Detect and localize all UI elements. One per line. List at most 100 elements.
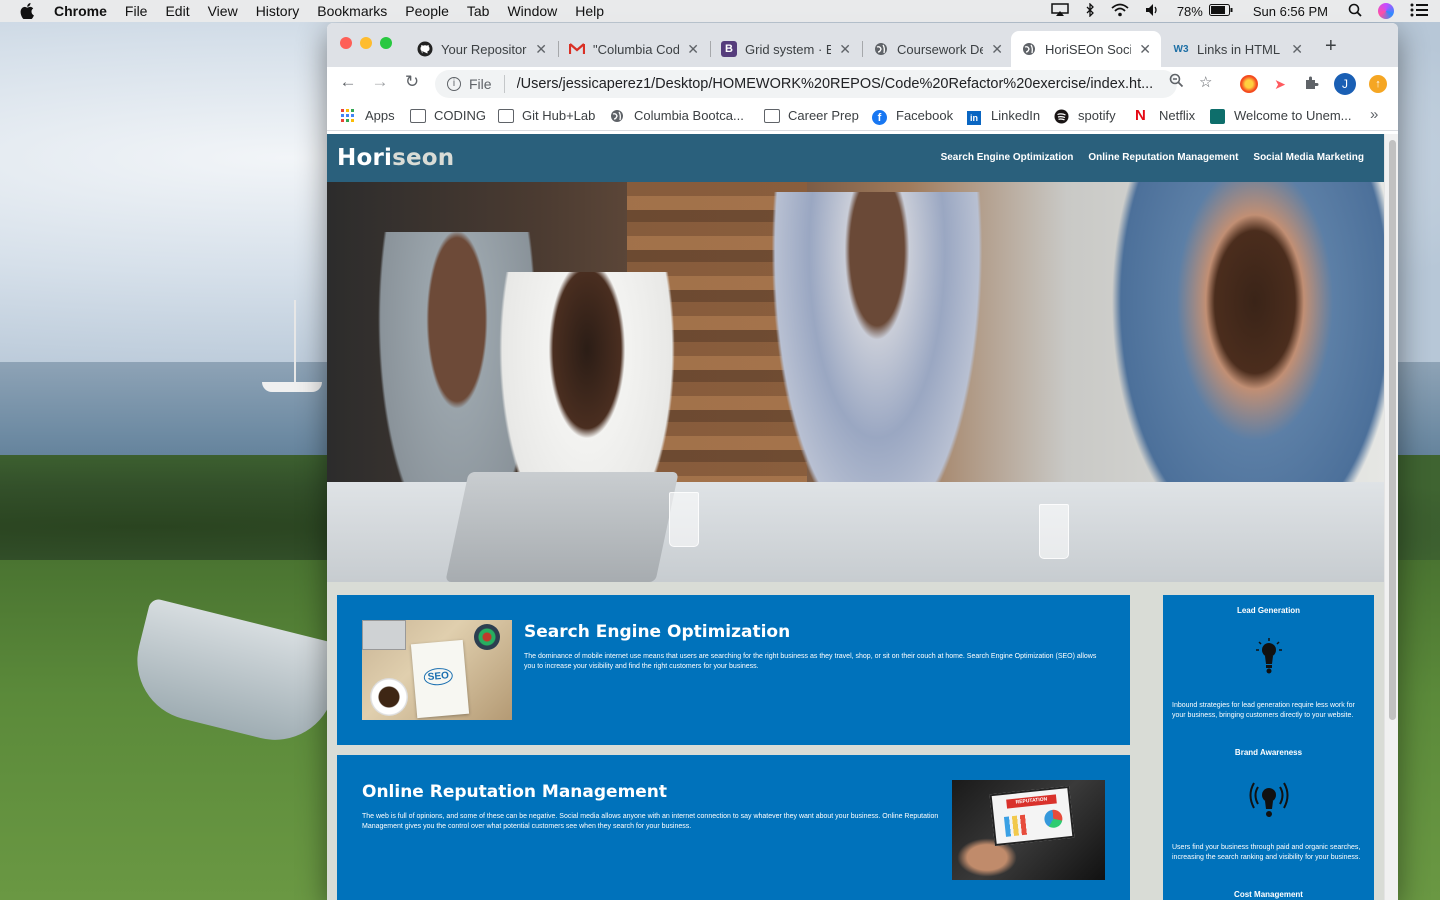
orm-image: REPUTATION [952,780,1105,880]
logo-main: Hori [337,145,393,171]
update-icon[interactable]: ↑ [1369,75,1387,93]
close-tab-icon[interactable]: ✕ [535,41,547,58]
bookmark-star-icon[interactable]: ☆ [1199,73,1212,91]
globe-icon [873,41,889,57]
bookmark-label: Facebook [896,108,954,123]
bookmark-label: LinkedIn [991,108,1041,123]
facebook-icon: f [872,109,888,125]
bluetooth-icon[interactable] [1085,1,1095,20]
extension-arrow-icon[interactable]: ➤ [1271,75,1289,93]
nav-link-orm[interactable]: Online Reputation Management [1088,152,1238,163]
tab-title: Links in HTML [1197,41,1281,57]
bookmark-spotify[interactable]: spotify [1054,108,1116,123]
seo-text: The dominance of mobile internet use mea… [524,653,1097,670]
close-tab-icon[interactable]: ✕ [1139,41,1151,58]
site-info-icon[interactable]: i [447,77,461,91]
address-scheme: File [469,76,492,92]
close-tab-icon[interactable]: ✕ [1291,41,1303,58]
menu-app-name[interactable]: Chrome [54,3,107,19]
menu-help[interactable]: Help [575,3,604,19]
bookmark-label: spotify [1078,108,1116,123]
bookmark-github-lab[interactable]: Git Hub+Lab [498,108,595,123]
w3schools-icon: W3 [1173,43,1189,55]
tab-gmail[interactable]: "Columbia Cod ✕ [559,31,709,67]
minimize-window-button[interactable] [360,37,372,49]
menu-view[interactable]: View [208,3,238,19]
seo-image: SEO [362,620,512,720]
bookmark-columbia[interactable]: Columbia Bootca... [610,108,744,123]
spotify-icon [1054,109,1070,123]
close-tab-icon[interactable]: ✕ [991,41,1003,58]
bookmark-netflix[interactable]: N Netflix [1135,108,1196,124]
globe-icon [610,109,626,123]
battery-icon[interactable] [1208,3,1233,19]
bookmark-facebook[interactable]: f Facebook [872,108,954,125]
bookmark-label: Netflix [1159,108,1196,123]
bookmark-label: Career Prep [788,108,859,123]
bookmark-apps[interactable]: Apps [341,108,395,123]
notification-center-icon[interactable] [1410,3,1428,20]
bookmark-label: Git Hub+Lab [522,108,596,123]
forward-arrow-icon[interactable]: → [371,73,389,91]
nav-link-seo[interactable]: Search Engine Optimization [941,152,1074,163]
address-bar[interactable]: i File /Users/jessicaperez1/Desktop/HOME… [435,70,1177,98]
nav-link-smm[interactable]: Social Media Marketing [1253,152,1364,163]
tab-w3schools[interactable]: W3 Links in HTML ✕ [1163,31,1313,67]
bookmark-linkedin[interactable]: in LinkedIn [967,108,1041,125]
zoom-icon[interactable] [1169,73,1184,92]
apps-grid-icon [341,108,357,123]
site-nav: Search Engine Optimization Online Reputa… [926,152,1364,163]
airplay-icon[interactable] [1051,2,1069,20]
menu-bookmarks[interactable]: Bookmarks [317,3,387,19]
hero-image [327,182,1384,582]
bookmarks-bar: Apps CODING Git Hub+Lab Columbia Bootca.… [327,101,1398,131]
close-tab-icon[interactable]: ✕ [687,41,699,58]
menubar-status-area: 78% Sun 6:56 PM [1035,0,1428,22]
menu-tab[interactable]: Tab [467,3,490,19]
close-tab-icon[interactable]: ✕ [839,41,851,58]
site-logo[interactable]: Horiseon [337,145,454,171]
tab-bootstrap[interactable]: B Grid system · B ✕ [711,31,861,67]
battery-percent: 78% [1176,3,1203,19]
volume-icon[interactable] [1145,3,1161,20]
tab-horiseon[interactable]: HoriSEOn Soci ✕ [1011,31,1161,67]
menu-file[interactable]: File [125,3,148,19]
bookmark-unemployment[interactable]: Welcome to Unem... [1210,108,1352,124]
lead-generation-title: Lead Generation [1236,606,1301,615]
siri-icon[interactable] [1378,3,1394,20]
menu-people[interactable]: People [405,3,449,19]
menu-history[interactable]: History [256,3,300,19]
brand-awareness-text: Users find your business through paid an… [1172,844,1361,861]
spotlight-search-icon[interactable] [1348,3,1362,20]
seo-title: Search Engine Optimization [524,622,791,642]
new-tab-icon[interactable]: + [1325,35,1337,58]
bookmark-label: Apps [365,108,395,123]
scrollbar-thumb[interactable] [1389,140,1396,720]
page-viewport: Horiseon Search Engine Optimization Onli… [327,134,1384,900]
address-url[interactable]: /Users/jessicaperez1/Desktop/HOMEWORK%20… [517,76,1157,92]
extensions-puzzle-icon[interactable] [1303,75,1321,93]
tab-coursework[interactable]: Coursework De ✕ [863,31,1013,67]
gmail-icon [569,41,585,57]
reload-icon[interactable]: ↻ [403,73,421,91]
bookmark-coding[interactable]: CODING [410,108,486,123]
menu-edit[interactable]: Edit [165,3,189,19]
bookmarks-overflow-icon[interactable]: » [1370,106,1378,123]
bookmark-label: Welcome to Unem... [1234,108,1352,123]
wifi-icon[interactable] [1111,3,1129,20]
bootstrap-icon: B [721,41,737,57]
tab-github[interactable]: Your Repositori ✕ [407,31,557,67]
tab-title: Your Repositori [441,41,528,57]
close-window-button[interactable] [340,37,352,49]
back-arrow-icon[interactable]: ← [339,73,357,91]
clock[interactable]: Sun 6:56 PM [1253,4,1328,19]
profile-avatar[interactable]: J [1334,73,1356,95]
seo-section: SEO Search Engine Optimization The domin… [337,595,1130,745]
extension-fire-icon[interactable] [1240,75,1258,93]
bookmark-career-prep[interactable]: Career Prep [764,108,859,123]
menu-window[interactable]: Window [507,3,557,19]
maximize-window-button[interactable] [380,37,392,49]
logo-accent: seon [392,145,455,171]
apple-icon[interactable] [20,3,34,20]
page-scrollbar[interactable] [1384,134,1398,900]
